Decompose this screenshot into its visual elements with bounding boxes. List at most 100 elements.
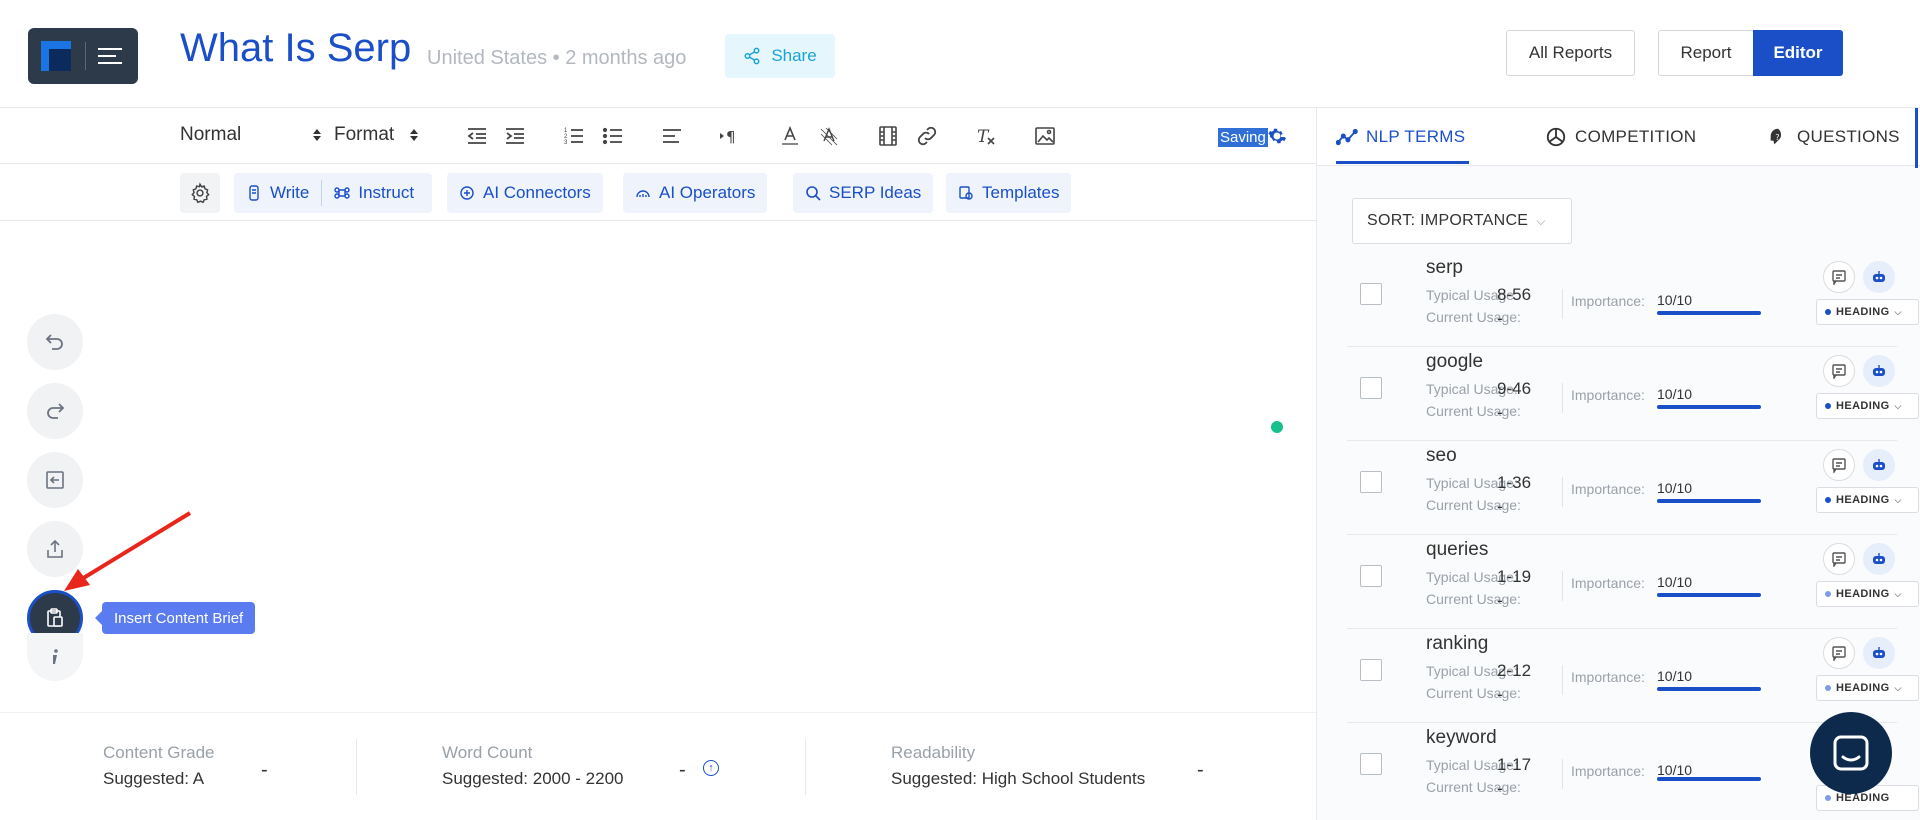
templates-button[interactable]: Templates — [946, 173, 1072, 213]
word-count-label: Word Count — [442, 743, 533, 762]
ai-assist-button[interactable] — [1863, 261, 1895, 293]
ai-assist-button[interactable] — [1863, 637, 1895, 669]
import-button[interactable] — [27, 452, 83, 508]
saving-status: Saving — [1218, 128, 1268, 147]
ai-connectors-button[interactable]: AI Connectors — [447, 173, 603, 213]
search-icon — [806, 186, 821, 201]
term-checkbox[interactable] — [1360, 659, 1382, 681]
word-count-suggested: Suggested: 2000 - 2200 — [442, 769, 624, 788]
term-checkbox[interactable] — [1360, 283, 1382, 305]
logo-menu-button[interactable] — [28, 28, 138, 84]
info-icon — [53, 649, 58, 664]
bullet-list-icon[interactable] — [601, 124, 625, 148]
comment-button[interactable] — [1823, 543, 1855, 575]
ai-settings-button[interactable] — [180, 173, 220, 213]
highlight-icon[interactable] — [817, 124, 841, 148]
ai-operators-button[interactable]: AI Operators — [623, 173, 768, 213]
comment-button[interactable] — [1823, 449, 1855, 481]
image-icon[interactable] — [1033, 124, 1057, 148]
doc-country: United States — [427, 47, 548, 69]
term-checkbox[interactable] — [1360, 565, 1382, 587]
write-icon — [249, 185, 259, 201]
format-select[interactable]: Format — [334, 124, 419, 146]
tab-questions-label: QUESTIONS — [1797, 127, 1900, 146]
status-dot — [1271, 421, 1283, 433]
doc-meta-separator: • — [552, 47, 560, 69]
report-button[interactable]: Report — [1658, 30, 1754, 76]
serp-ideas-button[interactable]: SERP Ideas — [793, 173, 934, 213]
gear-icon[interactable] — [1266, 126, 1286, 146]
share-icon — [744, 47, 760, 65]
tab-nlp-terms[interactable]: NLP TERMS — [1336, 126, 1465, 148]
arrow-up-circle-icon[interactable]: ↑ — [703, 760, 719, 776]
heading-dropdown[interactable]: HEADING ⌵ — [1816, 487, 1919, 513]
sort-dropdown[interactable]: SORT: IMPORTANCE ⌵ — [1352, 198, 1572, 244]
menu-icon — [98, 45, 126, 67]
indent-icon[interactable] — [503, 124, 527, 148]
current-usage-value: - — [1497, 591, 1503, 610]
redo-button[interactable] — [27, 383, 83, 439]
editor-button[interactable]: Editor — [1753, 30, 1843, 76]
film-icon[interactable] — [876, 124, 900, 148]
select-arrows-icon — [410, 129, 419, 141]
all-reports-button[interactable]: All Reports — [1506, 30, 1635, 76]
metrics-bar: Content Grade Suggested: A - Word Count … — [0, 712, 1316, 820]
panel-scrollbar[interactable] — [1915, 108, 1918, 168]
term-checkbox[interactable] — [1360, 471, 1382, 493]
term-name: queries — [1426, 539, 1489, 560]
term-checkbox[interactable] — [1360, 753, 1382, 775]
align-left-icon[interactable] — [660, 124, 684, 148]
write-button[interactable]: Write — [270, 183, 309, 203]
chat-launcher-button[interactable] — [1810, 712, 1892, 794]
typical-usage-value: 2-12 — [1497, 661, 1532, 680]
select-arrows-icon — [313, 129, 322, 141]
term-checkbox[interactable] — [1360, 377, 1382, 399]
instruct-button[interactable]: Instruct — [358, 183, 414, 203]
doc-updated: 2 months ago — [565, 47, 687, 69]
ai-assist-button[interactable] — [1863, 543, 1895, 575]
heading-dropdown[interactable]: HEADING ⌵ — [1816, 299, 1919, 325]
font-color-icon[interactable] — [778, 124, 802, 148]
importance-label: Importance: — [1571, 481, 1645, 497]
annotation-arrow — [64, 511, 192, 591]
clipboard-icon — [47, 608, 63, 627]
info-button[interactable] — [27, 633, 83, 681]
heading-dropdown[interactable]: HEADING ⌵ — [1816, 393, 1919, 419]
comment-button[interactable] — [1823, 637, 1855, 669]
content-grade-metric: Content Grade Suggested: A — [103, 743, 215, 789]
current-usage-label: Current Usage: — [1426, 591, 1521, 607]
tab-competition[interactable]: COMPETITION — [1545, 126, 1696, 148]
right-panel: NLP TERMS COMPETITION ? QUESTIONS SORT: … — [1316, 108, 1920, 820]
ai-connectors-label: AI Connectors — [483, 183, 591, 202]
link-icon[interactable] — [915, 124, 939, 148]
typical-usage-value: 8-56 — [1497, 285, 1532, 304]
comment-button[interactable] — [1823, 261, 1855, 293]
page-title: What Is Serp — [180, 26, 412, 70]
ordered-list-icon[interactable]: 123 — [562, 124, 586, 148]
heading-dropdown[interactable]: HEADING ⌵ — [1816, 675, 1919, 701]
style-select[interactable]: Normal — [180, 124, 322, 146]
tab-questions[interactable]: ? QUESTIONS — [1767, 126, 1900, 148]
paragraph-icon[interactable]: ¶ — [718, 124, 742, 148]
svg-text:¶: ¶ — [726, 128, 736, 146]
term-name: ranking — [1426, 633, 1489, 654]
undo-icon — [45, 334, 63, 350]
word-count-metric: Word Count Suggested: 2000 - 2200 — [442, 743, 623, 789]
connectors-icon — [460, 186, 474, 200]
importance-value: 10/10 — [1657, 292, 1693, 308]
content-grade-suggested: Suggested: A — [103, 769, 205, 788]
ai-assist-button[interactable] — [1863, 449, 1895, 481]
importance-label: Importance: — [1571, 669, 1645, 685]
importance-value: 10/10 — [1657, 574, 1693, 590]
undo-button[interactable] — [27, 314, 83, 370]
comment-button[interactable] — [1823, 355, 1855, 387]
readability-suggested: Suggested: High School Students — [891, 769, 1146, 788]
share-button[interactable]: Share — [725, 34, 835, 78]
heading-dropdown[interactable]: HEADING ⌵ — [1816, 581, 1919, 607]
importance-value: 10/10 — [1657, 480, 1693, 496]
clear-format-icon[interactable]: T — [974, 124, 998, 148]
importance-value: 10/10 — [1657, 762, 1693, 778]
outdent-icon[interactable] — [465, 124, 489, 148]
tooltip: Insert Content Brief — [94, 602, 256, 634]
ai-assist-button[interactable] — [1863, 355, 1895, 387]
